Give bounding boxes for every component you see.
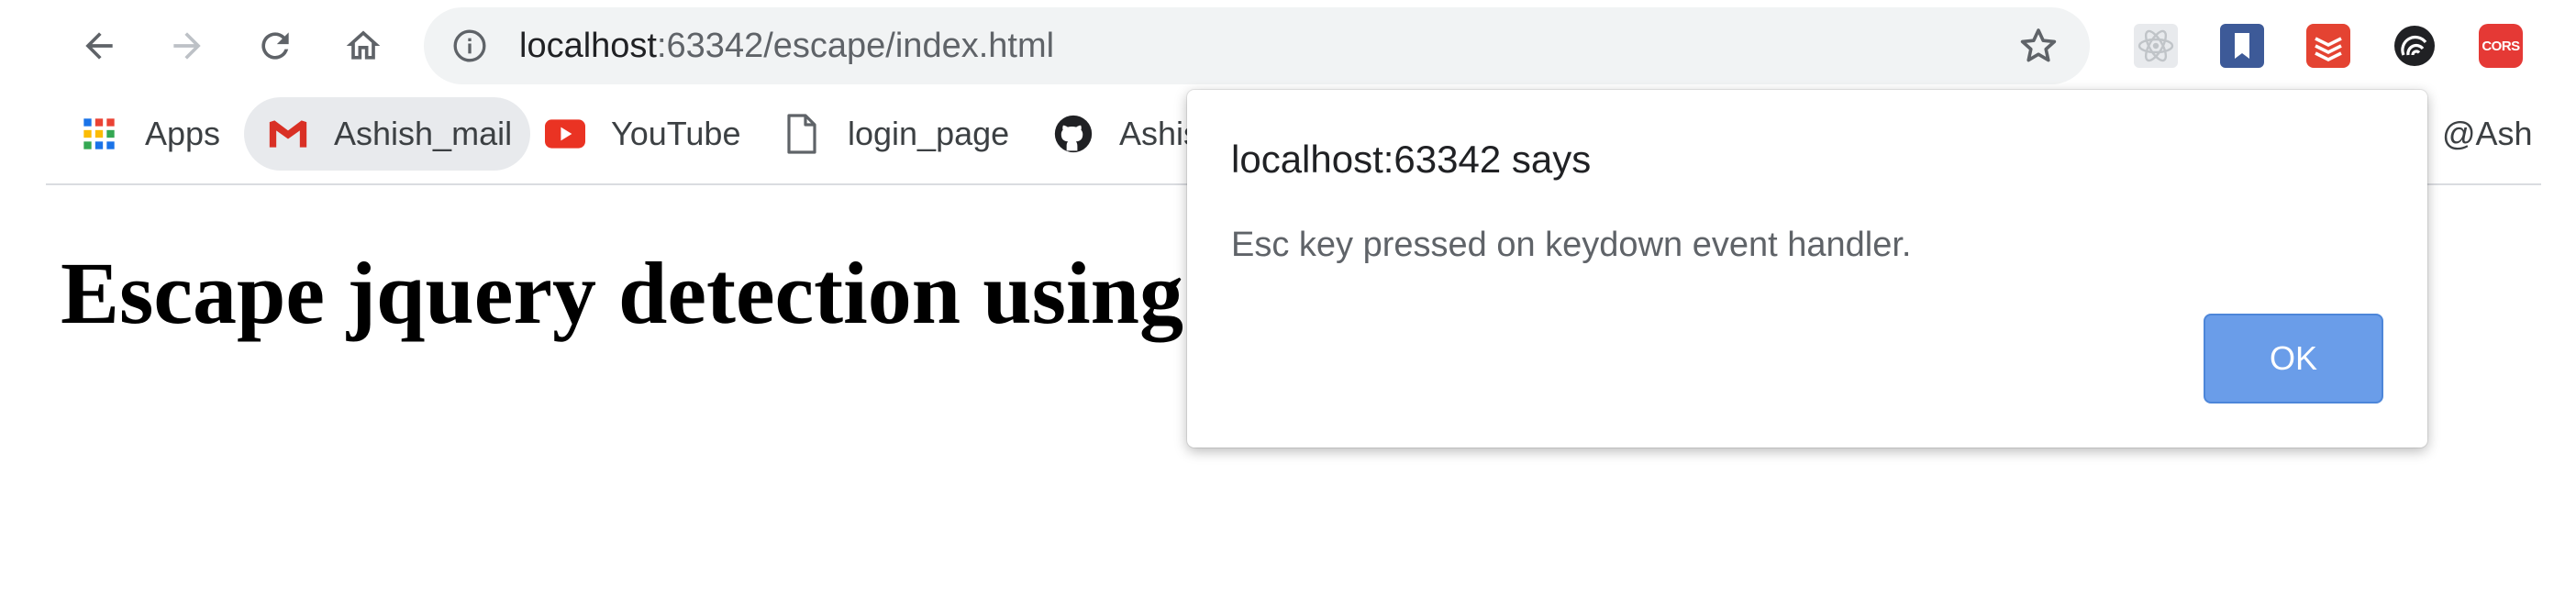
bookmark-label: YouTube xyxy=(611,115,741,152)
bookmark-label: @Ash xyxy=(2442,115,2533,152)
url-text[interactable]: localhost:63342/escape/index.html xyxy=(519,22,1054,70)
info-icon[interactable] xyxy=(451,28,488,64)
bookmark-star-icon[interactable] xyxy=(2016,24,2060,68)
wave-ext-icon xyxy=(2394,26,2435,66)
dialog-message: Esc key pressed on keydown event handler… xyxy=(1231,226,1912,264)
ok-button[interactable]: OK xyxy=(2204,314,2383,403)
todoist-icon xyxy=(2306,24,2350,68)
bookmark-apps[interactable]: Apps xyxy=(79,97,220,171)
page-icon xyxy=(782,114,822,154)
bookmark-label: Apps xyxy=(145,115,221,152)
url-host: localhost xyxy=(519,27,657,65)
github-icon xyxy=(1053,114,1094,154)
react-devtools-extension[interactable] xyxy=(2134,24,2178,68)
youtube-icon xyxy=(545,114,585,154)
alert-dialog: localhost:63342 says Esc key pressed on … xyxy=(1187,90,2427,448)
dialog-title: localhost:63342 says xyxy=(1231,138,1592,181)
bookmark-login-page[interactable]: login_page xyxy=(782,97,1009,171)
bookmark-ashish-mail[interactable]: Ashish_mail xyxy=(244,97,531,171)
apps-grid-icon xyxy=(79,114,119,154)
bookmark-label: Ashish_mail xyxy=(334,115,513,152)
cors-label: CORS xyxy=(2482,38,2520,54)
react-devtools-icon xyxy=(2134,24,2178,68)
reload-icon xyxy=(261,32,289,60)
bookmark-label: login_page xyxy=(848,115,1010,152)
back-button[interactable] xyxy=(66,13,132,79)
bookmark-ext-icon xyxy=(2220,24,2264,68)
gmail-icon xyxy=(268,114,308,154)
home-icon xyxy=(346,30,381,60)
bookmark-extension[interactable] xyxy=(2220,24,2264,68)
cors-extension[interactable]: CORS xyxy=(2479,24,2523,68)
url-path: :63342/escape/index.html xyxy=(656,27,1055,65)
forward-button[interactable] xyxy=(154,13,220,79)
bookmark-youtube[interactable]: YouTube xyxy=(545,97,740,171)
forward-arrow-icon xyxy=(173,32,201,60)
reload-button[interactable] xyxy=(242,13,308,79)
bookmark-github[interactable]: Ashis xyxy=(1053,97,1200,171)
browser-toolbar: localhost:63342/escape/index.html CORS xyxy=(0,0,2576,92)
page-heading: Escape jquery detection using xyxy=(61,244,1183,342)
todoist-extension[interactable] xyxy=(2306,24,2350,68)
home-button[interactable] xyxy=(330,13,396,79)
wave-extension[interactable] xyxy=(2393,24,2437,68)
back-arrow-icon xyxy=(85,32,113,60)
address-bar[interactable]: localhost:63342/escape/index.html xyxy=(424,7,2090,84)
cors-icon: CORS xyxy=(2479,24,2523,68)
